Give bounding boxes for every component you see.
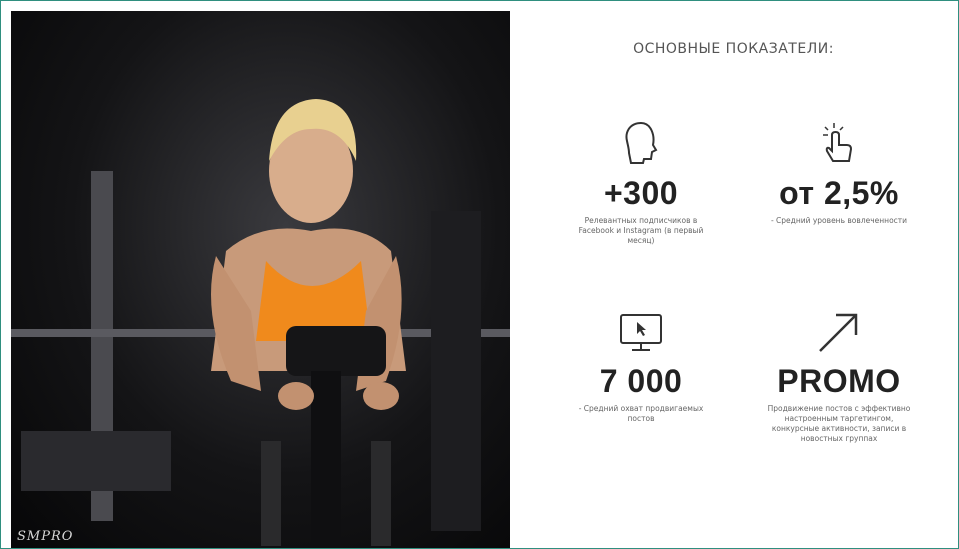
stat-value: PROMO — [777, 363, 901, 399]
photo-watermark: SMPRO — [17, 529, 74, 544]
stat-subscribers: +300 Релевантных подписчиков в Facebook … — [541, 119, 741, 246]
monitor-cursor-icon — [620, 314, 662, 351]
head-icon — [625, 121, 658, 164]
stat-description: Продвижение постов с эффективно настроен… — [767, 404, 911, 443]
stat-engagement: от 2,5% - Средний уровень вовлеченности — [739, 119, 939, 226]
arrow-up-right-icon — [819, 313, 858, 352]
stat-value: 7 000 — [599, 363, 683, 399]
stat-value: от 2,5% — [779, 175, 899, 211]
stat-description: - Средний охват продвигаемых постов — [578, 404, 704, 423]
stats-panel: ОСНОВНЫЕ ПОКАЗАТЕЛИ: +300 Релевантных по… — [511, 11, 956, 546]
pointer-click-icon — [823, 123, 853, 162]
slide-frame: SMPRO ОСНОВНЫЕ ПОКАЗАТЕЛИ: +300 Релевант… — [0, 0, 959, 549]
stat-value: +300 — [603, 175, 679, 211]
stat-description: Релевантных подписчиков в Facebook и Ins… — [578, 216, 704, 245]
section-heading: ОСНОВНЫЕ ПОКАЗАТЕЛИ: — [633, 41, 834, 57]
woman-on-bike-illustration — [211, 99, 406, 546]
fitness-photo: SMPRO — [11, 11, 510, 548]
stat-promo: PROMO Продвижение постов с эффективно на… — [739, 307, 939, 444]
stat-description: - Средний уровень вовлеченности — [770, 216, 908, 225]
stat-reach: 7 000 - Средний охват продвигаемых посто… — [541, 307, 741, 424]
